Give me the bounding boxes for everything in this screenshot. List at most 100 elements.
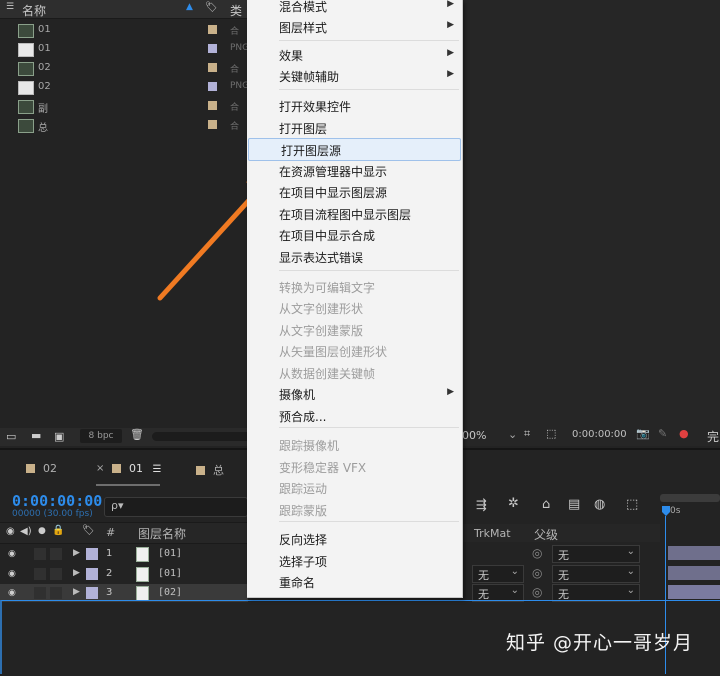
- work-area-bar[interactable]: [660, 494, 720, 502]
- pick-whip-icon[interactable]: ◎: [532, 546, 542, 560]
- label-color-swatch[interactable]: [86, 587, 98, 599]
- show-snapshot-icon[interactable]: ✎: [658, 427, 667, 440]
- project-item-row[interactable]: 02 PNG: [0, 78, 249, 96]
- tab-menu-icon[interactable]: ☰: [153, 464, 162, 475]
- new-folder-icon[interactable]: ▬: [31, 429, 41, 442]
- transparency-grid-icon[interactable]: ⬚: [546, 427, 556, 440]
- menu-item[interactable]: 在项目流程图中显示图层: [247, 203, 462, 224]
- channels-icon[interactable]: ●: [679, 427, 689, 440]
- menu-item[interactable]: 打开图层: [247, 117, 462, 138]
- label-color-swatch[interactable]: [86, 548, 98, 560]
- draft-3d-icon[interactable]: ⇶: [476, 498, 487, 513]
- time-ruler[interactable]: 0s: [664, 504, 720, 522]
- layer-duration-bar[interactable]: [668, 566, 720, 580]
- menu-item[interactable]: 选择子项: [247, 550, 462, 571]
- graph-editor-icon[interactable]: ⬚: [626, 497, 638, 512]
- audio-toggle-icon[interactable]: ◀): [20, 526, 32, 537]
- column-type-label[interactable]: 类: [230, 2, 242, 19]
- region-of-interest-icon[interactable]: ⌗: [524, 427, 530, 441]
- menu-item[interactable]: 在项目中显示图层源: [247, 181, 462, 202]
- menu-item[interactable]: 混合模式 ▶: [247, 0, 462, 16]
- menu-item[interactable]: 摄像机 ▶: [247, 383, 462, 404]
- layer-name-header[interactable]: 图层名称: [138, 525, 186, 542]
- zoom-value[interactable]: 00%: [462, 429, 486, 442]
- pick-whip-icon[interactable]: ◎: [532, 566, 542, 580]
- layer-duration-bar[interactable]: [668, 546, 720, 560]
- tab-close-icon[interactable]: ×: [96, 463, 104, 474]
- layer-name[interactable]: [01]: [158, 568, 182, 579]
- solo-switch[interactable]: [34, 567, 46, 580]
- project-item-row[interactable]: 总合: [0, 116, 248, 134]
- new-composition-icon[interactable]: ▣: [54, 430, 64, 443]
- column-name-label[interactable]: 名称: [22, 2, 46, 19]
- label-color-swatch[interactable]: [208, 63, 217, 72]
- menu-item[interactable]: 打开图层源: [248, 138, 461, 161]
- menu-item[interactable]: 重命名: [247, 571, 462, 592]
- bit-depth-button[interactable]: 8 bpc: [80, 429, 122, 443]
- menu-item[interactable]: 显示表达式错误: [247, 246, 462, 267]
- menu-item[interactable]: 预合成...: [247, 405, 462, 426]
- label-color-swatch[interactable]: [208, 82, 217, 91]
- panel-menu-icon[interactable]: ☰: [6, 2, 14, 12]
- project-item-row[interactable]: 01 合: [0, 21, 248, 39]
- eye-icon[interactable]: ◉: [8, 569, 16, 579]
- resolution-label[interactable]: 完: [707, 428, 719, 445]
- project-item-row[interactable]: 副合: [0, 97, 248, 115]
- label-tag-icon[interactable]: 🏷: [82, 525, 95, 536]
- motion-blur-icon[interactable]: ◍: [594, 497, 605, 512]
- solo-switch[interactable]: [34, 587, 46, 599]
- lock-icon[interactable]: 🔒: [52, 525, 64, 536]
- expand-triangle-icon[interactable]: ▶: [73, 587, 80, 597]
- layer-name[interactable]: [02]: [158, 587, 182, 598]
- menu-item[interactable]: 图层样式 ▶: [247, 16, 462, 37]
- label-color-swatch[interactable]: [208, 25, 217, 34]
- label-color-swatch[interactable]: [208, 44, 217, 53]
- label-color-swatch[interactable]: [86, 567, 98, 580]
- expand-triangle-icon[interactable]: ▶: [73, 568, 80, 578]
- layer-row[interactable]: ◉ ▶ 2 [01]: [0, 565, 248, 583]
- layer-search-input[interactable]: ρ▾: [104, 497, 248, 517]
- tab-comp-02[interactable]: 02: [26, 462, 57, 475]
- trash-icon[interactable]: 🗑: [130, 428, 144, 441]
- viewer-timecode[interactable]: 0:00:00:00: [572, 429, 627, 440]
- frame-blending-icon[interactable]: ▤: [568, 497, 580, 512]
- parent-dropdown[interactable]: 无 ⌄: [552, 545, 640, 563]
- lock-switch[interactable]: [50, 548, 62, 560]
- expand-triangle-icon[interactable]: ▶: [73, 548, 80, 558]
- layer-name[interactable]: [01]: [158, 548, 182, 559]
- pick-whip-icon[interactable]: ◎: [532, 585, 542, 599]
- comp-flowchart-icon[interactable]: ✲: [508, 496, 519, 511]
- menu-item[interactable]: 反向选择: [247, 528, 462, 549]
- eye-icon[interactable]: ◉: [8, 588, 16, 598]
- label-color-swatch[interactable]: [208, 120, 217, 129]
- project-item-row[interactable]: 02 合: [0, 59, 248, 77]
- video-toggle-icon[interactable]: ◉: [6, 526, 15, 537]
- lock-switch[interactable]: [50, 587, 62, 599]
- menu-item[interactable]: 在项目中显示合成: [247, 224, 462, 245]
- layer-row[interactable]: ◉ ▶ 1 [01]: [0, 545, 248, 563]
- menu-item[interactable]: 在资源管理器中显示: [247, 160, 462, 181]
- label-color-swatch[interactable]: [208, 101, 217, 110]
- menu-item[interactable]: 效果 ▶: [247, 44, 462, 65]
- menu-item[interactable]: 关键帧辅助 ▶: [247, 65, 462, 86]
- label-tag-icon[interactable]: 🏷: [205, 2, 218, 13]
- camera-snapshot-icon[interactable]: 📷: [636, 427, 650, 440]
- eye-icon[interactable]: ◉: [8, 549, 16, 559]
- current-time-display[interactable]: 0:00:00:00: [12, 492, 102, 510]
- layer-duration-bar[interactable]: [668, 585, 720, 599]
- interpret-footage-icon[interactable]: ▭: [6, 430, 16, 443]
- shy-layers-icon[interactable]: ⌂: [542, 497, 550, 512]
- menu-item-label: 跟踪蒙版: [279, 504, 328, 518]
- lock-switch[interactable]: [50, 567, 62, 580]
- trkmat-dropdown[interactable]: 无 ⌄: [472, 564, 524, 583]
- menu-item[interactable]: 打开效果控件: [247, 95, 462, 116]
- project-item-row[interactable]: 01 PNG: [0, 40, 249, 58]
- parent-dropdown[interactable]: 无 ⌄: [552, 564, 640, 583]
- solo-switch[interactable]: [34, 548, 46, 560]
- zoom-dropdown-icon[interactable]: ⌄: [508, 428, 517, 441]
- project-scrollbar[interactable]: [152, 432, 248, 441]
- solo-icon[interactable]: ●: [38, 526, 46, 536]
- tab-comp-total[interactable]: 总: [196, 462, 224, 478]
- sort-ascending-icon[interactable]: ▲: [186, 2, 193, 12]
- tab-comp-01[interactable]: 01 ☰: [112, 462, 161, 475]
